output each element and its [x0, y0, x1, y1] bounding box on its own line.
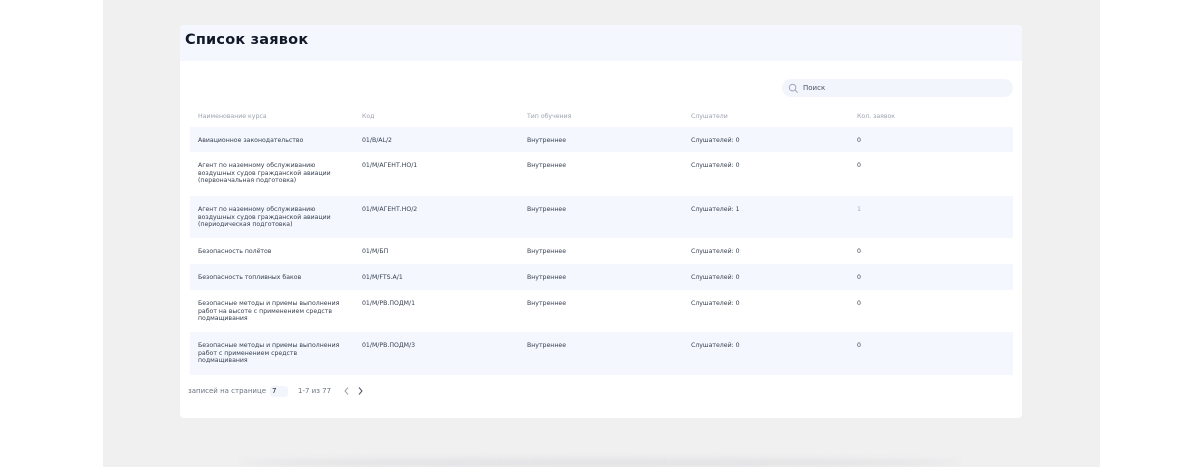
requests-count: 0	[857, 274, 861, 281]
per-page-select[interactable]: 7	[270, 385, 289, 397]
search-box[interactable]	[782, 79, 1013, 97]
requests-table: Авиационное законодательство 01/В/AL/2 В…	[190, 127, 1013, 375]
table-row[interactable]: Безопасность топливных баков 01/М/FTS.А/…	[190, 264, 1013, 290]
table-row[interactable]: Безопасность полётов 01/М/БП Внутреннее …	[190, 238, 1013, 264]
training-type: Внутреннее	[527, 206, 566, 213]
course-name: Безопасность топливных баков	[198, 274, 302, 281]
course-name: Агент по наземному обслуживанию воздушны…	[198, 206, 331, 229]
pagination: записей на странице 7 1-7 из 77	[188, 385, 364, 397]
course-code: 01/М/FTS.А/1	[362, 274, 403, 281]
requests-count: 1	[857, 206, 861, 213]
column-header-count[interactable]: Кол. заявок	[857, 113, 1007, 120]
table-row[interactable]: Авиационное законодательство 01/В/AL/2 В…	[190, 127, 1013, 152]
course-name: Безопасные методы и приемы выполнения ра…	[198, 300, 340, 323]
training-type: Внутреннее	[527, 248, 566, 255]
course-code: 01/М/БП	[362, 248, 389, 255]
course-code: 01/М/РВ.ПОДМ/3	[362, 342, 416, 349]
listeners-count: Слушателей: 0	[691, 248, 740, 255]
training-type: Внутреннее	[527, 342, 566, 349]
course-code: 01/М/АГЕНТ.НО/1	[362, 162, 418, 169]
course-name: Агент по наземному обслуживанию воздушны…	[198, 162, 331, 185]
requests-panel: Список заявок Наименование курса Код Тип…	[180, 25, 1022, 418]
listeners-count: Слушателей: 0	[691, 162, 740, 169]
training-type: Внутреннее	[527, 274, 566, 281]
training-type: Внутреннее	[527, 137, 566, 144]
per-page-label: записей на странице	[188, 387, 267, 395]
panel-header: Список заявок	[180, 25, 1022, 61]
listeners-count: Слушателей: 0	[691, 274, 740, 281]
table-header: Наименование курса Код Тип обучения Слуш…	[190, 113, 1013, 127]
requests-count: 0	[857, 162, 861, 169]
table-row[interactable]: Безопасные методы и приемы выполнения ра…	[190, 290, 1013, 332]
page-range: 1-7 из 77	[298, 387, 332, 395]
search-icon	[788, 83, 798, 93]
course-name: Безопасные методы и приемы выполнения ра…	[198, 342, 340, 365]
page-nav	[343, 386, 364, 396]
training-type: Внутреннее	[527, 300, 566, 307]
column-header-type[interactable]: Тип обучения	[527, 113, 677, 120]
listeners-count: Слушателей: 1	[691, 206, 740, 213]
listeners-count: Слушателей: 0	[691, 137, 740, 144]
course-code: 01/М/АГЕНТ.НО/2	[362, 206, 418, 213]
panel-shadow	[240, 458, 960, 467]
search-input[interactable]	[803, 84, 1003, 92]
column-header-course[interactable]: Наименование курса	[198, 113, 348, 120]
training-type: Внутреннее	[527, 162, 566, 169]
column-header-listeners[interactable]: Слушатели	[691, 113, 841, 120]
course-name: Безопасность полётов	[198, 248, 272, 255]
listeners-count: Слушателей: 0	[691, 300, 740, 307]
column-header-code[interactable]: Код	[362, 113, 512, 120]
course-name: Авиационное законодательство	[198, 137, 304, 144]
listeners-count: Слушателей: 0	[691, 342, 740, 349]
table-row[interactable]: Агент по наземному обслуживанию воздушны…	[190, 152, 1013, 196]
requests-count: 0	[857, 300, 861, 307]
chevron-right-icon[interactable]	[357, 386, 364, 396]
page-title: Список заявок	[185, 32, 309, 48]
course-code: 01/В/AL/2	[362, 137, 392, 144]
course-code: 01/М/РВ.ПОДМ/1	[362, 300, 416, 307]
requests-count: 0	[857, 248, 861, 255]
table-row[interactable]: Безопасные методы и приемы выполнения ра…	[190, 332, 1013, 375]
table-row[interactable]: Агент по наземному обслуживанию воздушны…	[190, 196, 1013, 238]
chevron-left-icon[interactable]	[343, 386, 350, 396]
requests-count: 0	[857, 342, 861, 349]
requests-count: 0	[857, 137, 861, 144]
